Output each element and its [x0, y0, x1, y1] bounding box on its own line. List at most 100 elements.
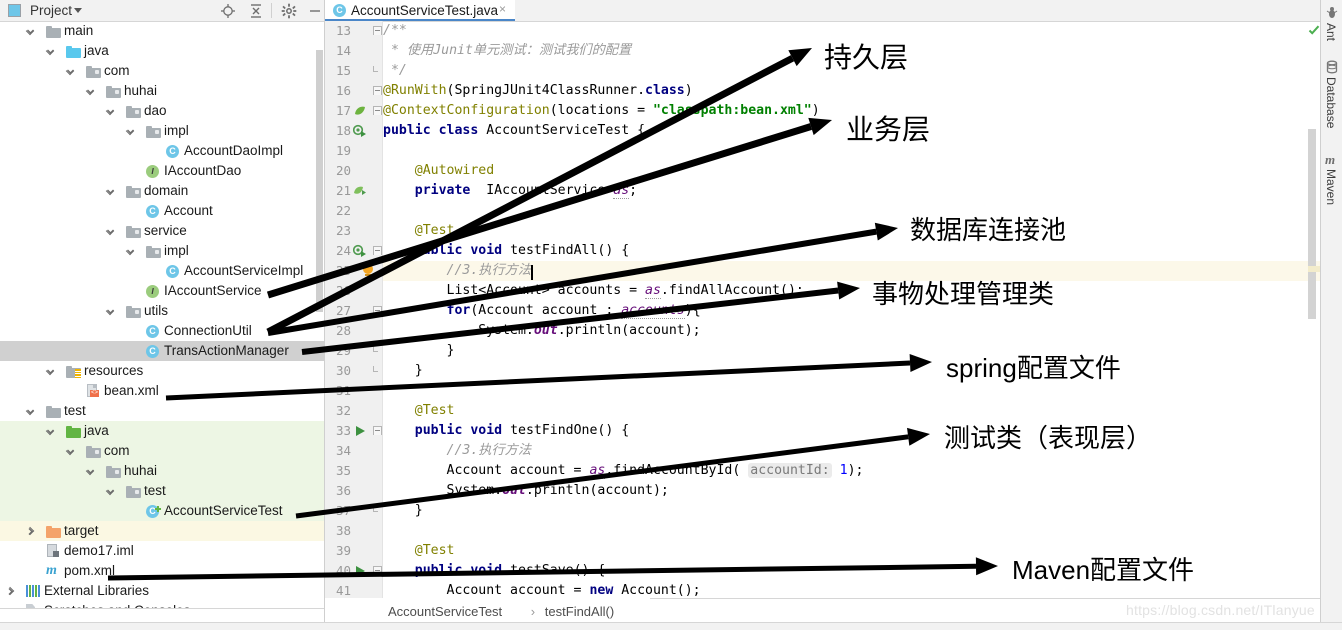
code-line[interactable]: */: [383, 61, 407, 81]
tree-item-external-libraries[interactable]: External Libraries: [0, 581, 324, 601]
tree-item-accountserviceimpl[interactable]: C AccountServiceImpl: [0, 261, 324, 281]
code-fold-handle[interactable]: [373, 426, 382, 435]
chevron-down-icon[interactable]: [106, 107, 115, 116]
code-line[interactable]: System.out.println(account);: [383, 481, 669, 501]
code-fold-handle[interactable]: [373, 66, 382, 75]
breadcrumb-item[interactable]: AccountServiceTest: [388, 604, 502, 619]
tree-item-demo17-iml[interactable]: demo17.iml: [0, 541, 324, 561]
tree-item-dao[interactable]: dao: [0, 101, 324, 121]
tree-item-utils[interactable]: utils: [0, 301, 324, 321]
code-line[interactable]: //3.执行方法: [383, 261, 533, 281]
chevron-down-icon[interactable]: [26, 407, 35, 416]
intention-bulb-icon[interactable]: [361, 264, 375, 278]
chevron-down-icon[interactable]: [106, 487, 115, 496]
tree-item-resources[interactable]: resources: [0, 361, 324, 381]
code-line[interactable]: * 使用Junit单元测试：测试我们的配置: [383, 41, 631, 61]
code-line[interactable]: public class AccountServiceTest {: [383, 121, 645, 141]
tool-window-button-maven[interactable]: m Maven: [1321, 152, 1342, 218]
code-fold-handle[interactable]: [373, 366, 382, 375]
chevron-down-icon[interactable]: [126, 247, 135, 256]
chevron-down-icon[interactable]: [66, 447, 75, 456]
chevron-down-icon[interactable]: [86, 87, 95, 96]
tree-item-huhai[interactable]: huhai: [0, 461, 324, 481]
editor-gutter[interactable]: 13 14 15 16 17 18 19 20 21 22 23 24 25 26 27 28 29 30 31 32…: [325, 21, 383, 598]
chevron-down-icon[interactable]: [26, 27, 35, 36]
tree-item-main[interactable]: main: [0, 21, 324, 41]
tree-item-com[interactable]: com: [0, 441, 324, 461]
code-fold-handle[interactable]: [373, 106, 382, 115]
run-test-icon[interactable]: [352, 124, 367, 138]
code-line[interactable]: //3.执行方法: [383, 441, 532, 461]
code-line[interactable]: }: [383, 361, 423, 381]
code-line[interactable]: @Autowired: [383, 161, 494, 181]
code-line[interactable]: @Test: [383, 221, 455, 241]
code-fold-handle[interactable]: [373, 306, 382, 315]
run-test-icon[interactable]: [352, 244, 367, 258]
tree-item-bean-xml[interactable]: <> bean.xml: [0, 381, 324, 401]
code-line[interactable]: @Test: [383, 541, 455, 561]
project-tree-scrollbar[interactable]: [316, 50, 323, 312]
code-fold-handle[interactable]: [373, 246, 382, 255]
chevron-down-icon[interactable]: [46, 47, 55, 56]
code-line[interactable]: /**: [383, 21, 407, 41]
chevron-down-icon[interactable]: [126, 127, 135, 136]
collapse-all-icon[interactable]: [248, 3, 264, 19]
chevron-down-icon[interactable]: [106, 187, 115, 196]
code-line[interactable]: public void testFindAll() {: [383, 241, 629, 261]
chevron-down-icon[interactable]: [106, 307, 115, 316]
run-method-icon[interactable]: [353, 564, 367, 578]
chevron-right-icon[interactable]: [26, 527, 35, 536]
minimize-icon[interactable]: [307, 3, 323, 19]
tree-item-account[interactable]: C Account: [0, 201, 324, 221]
code-line[interactable]: }: [383, 501, 423, 521]
tree-item-scratches-and-consoles[interactable]: Scratches and Consoles: [0, 601, 324, 608]
project-tree[interactable]: main java com huhai dao impl C AccountDaoImpl I I…: [0, 21, 324, 608]
tree-item-java[interactable]: java: [0, 421, 324, 441]
code-fold-handle[interactable]: [373, 86, 382, 95]
tool-window-button-ant[interactable]: Ant: [1321, 6, 1342, 52]
code-line[interactable]: System.out.println(account);: [383, 321, 700, 341]
tree-item-domain[interactable]: domain: [0, 181, 324, 201]
code-fold-handle[interactable]: [373, 506, 382, 515]
tree-item-pom-xml[interactable]: m pom.xml: [0, 561, 324, 581]
tool-window-button-database[interactable]: Database: [1321, 60, 1342, 144]
code-line[interactable]: @Test: [383, 401, 455, 421]
tree-item-target[interactable]: target: [0, 521, 324, 541]
chevron-down-icon[interactable]: [86, 467, 95, 476]
chevron-down-icon[interactable]: [106, 227, 115, 236]
chevron-down-icon[interactable]: [46, 427, 55, 436]
code-fold-handle[interactable]: [373, 566, 382, 575]
tree-item-transactionmanager[interactable]: C TransActionManager: [0, 341, 324, 361]
code-line[interactable]: public void testSave() {: [383, 561, 606, 581]
run-method-icon[interactable]: [353, 424, 367, 438]
close-icon[interactable]: ×: [497, 3, 508, 15]
chevron-down-icon[interactable]: [74, 8, 82, 13]
code-line[interactable]: private IAccountService as;: [383, 181, 637, 201]
code-line[interactable]: List<Account> accounts = as.findAllAccou…: [383, 281, 804, 301]
tree-item-service[interactable]: service: [0, 221, 324, 241]
bean-autowired-icon[interactable]: [353, 184, 367, 198]
tree-item-test[interactable]: test: [0, 401, 324, 421]
code-fold-handle[interactable]: [373, 26, 382, 35]
code-line[interactable]: @RunWith(SpringJUnit4ClassRunner.class): [383, 81, 693, 101]
tree-item-connectionutil[interactable]: C ConnectionUtil: [0, 321, 324, 341]
code-line[interactable]: for(Account account : accounts){: [383, 301, 701, 321]
tree-item-accountdaoimpl[interactable]: C AccountDaoImpl: [0, 141, 324, 161]
tree-item-java[interactable]: java: [0, 41, 324, 61]
tree-item-accountservicetest[interactable]: C AccountServiceTest: [0, 501, 324, 521]
tree-item-test[interactable]: test: [0, 481, 324, 501]
tree-item-impl[interactable]: impl: [0, 121, 324, 141]
code-fold-handle[interactable]: [373, 346, 382, 355]
chevron-right-icon[interactable]: [6, 587, 15, 596]
gear-icon[interactable]: [281, 3, 297, 19]
code-line[interactable]: Account account = as.findAccountById( ac…: [383, 461, 863, 481]
tree-item-huhai[interactable]: huhai: [0, 81, 324, 101]
code-line[interactable]: @ContextConfiguration(locations = "class…: [383, 101, 820, 121]
chevron-down-icon[interactable]: [66, 67, 75, 76]
locate-icon[interactable]: [220, 3, 236, 19]
code-line[interactable]: public void testFindOne() {: [383, 421, 629, 441]
code-line[interactable]: Account account = new Account();: [383, 581, 701, 598]
breadcrumb-item[interactable]: testFindAll(): [545, 604, 614, 619]
tree-item-impl[interactable]: impl: [0, 241, 324, 261]
tree-item-iaccountdao[interactable]: I IAccountDao: [0, 161, 324, 181]
